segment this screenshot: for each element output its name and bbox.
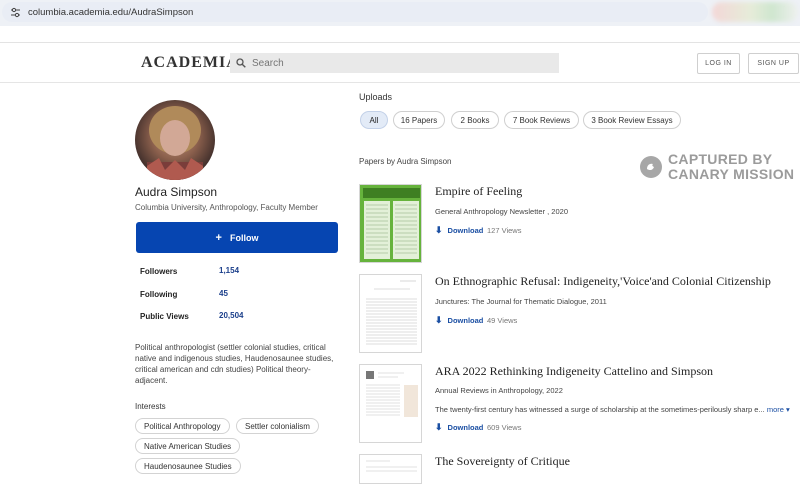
plus-icon: + [215, 231, 222, 244]
interest-chip[interactable]: Haudenosaunee Studies [135, 458, 241, 474]
paper-thumbnail[interactable] [359, 184, 422, 263]
abstract-text: The twenty-first century has witnessed a… [435, 405, 765, 414]
download-link[interactable]: ⬇ Download [435, 422, 483, 433]
stat-value-following[interactable]: 45 [219, 289, 228, 298]
stat-label-following[interactable]: Following [140, 290, 177, 299]
stat-label-followers[interactable]: Followers [140, 267, 177, 276]
url-text: columbia.academia.edu/AudraSimpson [28, 6, 194, 18]
paper-meta: Junctures: The Journal for Thematic Dial… [435, 297, 607, 306]
download-link[interactable]: ⬇ Download [435, 225, 483, 236]
papers-by-heading: Papers by Audra Simpson [359, 157, 452, 166]
watermark: CAPTURED BY CANARY MISSION [640, 152, 794, 182]
paper-title[interactable]: ARA 2022 Rethinking Indigeneity Cattelin… [435, 364, 713, 379]
watermark-line-2: CANARY MISSION [668, 166, 795, 182]
interest-chip[interactable]: Political Anthropology [135, 418, 230, 434]
view-count: 609 Views [487, 423, 522, 432]
profile-affiliation[interactable]: Columbia University, Anthropology, Facul… [135, 203, 318, 212]
interests-heading: Interests [135, 402, 166, 411]
view-count: 127 Views [487, 226, 522, 235]
follow-label: Follow [229, 232, 259, 243]
paper-meta: General Anthropology Newsletter , 2020 [435, 207, 568, 216]
browser-address-bar: columbia.academia.edu/AudraSimpson ☆ [0, 0, 800, 26]
view-count: 49 Views [487, 316, 518, 325]
download-label: Download [447, 423, 484, 432]
search-bar[interactable] [230, 53, 559, 73]
download-link[interactable]: ⬇ Download [435, 315, 483, 326]
divider [0, 42, 800, 43]
download-arrow-icon: ⬇ [435, 225, 443, 235]
blurred-extensions [712, 2, 798, 22]
login-button[interactable]: LOG IN [697, 53, 740, 74]
paper-title[interactable]: On Ethnographic Refusal: Indigeneity,'Vo… [435, 274, 771, 289]
tab-book-review-essays[interactable]: 3 Book Review Essays [583, 111, 681, 129]
site-logo[interactable]: ACADEMIA [141, 54, 239, 72]
avatar [135, 100, 215, 180]
interest-chip[interactable]: Native American Studies [135, 438, 241, 454]
uploads-heading: Uploads [359, 92, 393, 102]
interest-chip[interactable]: Settler colonialism [236, 418, 319, 434]
tab-books[interactable]: 2 Books [451, 111, 499, 129]
more-link[interactable]: more ▾ [767, 405, 790, 414]
paper-meta: Annual Reviews in Anthropology, 2022 [435, 386, 563, 395]
tab-papers[interactable]: 16 Papers [393, 111, 445, 129]
paper-thumbnail[interactable] [359, 454, 422, 484]
url-field[interactable]: columbia.academia.edu/AudraSimpson [2, 2, 708, 22]
site-settings-icon[interactable] [8, 5, 22, 19]
profile-bio: Political anthropologist (settler coloni… [135, 343, 334, 385]
watermark-line-1: CAPTURED BY [668, 151, 773, 167]
paper-title[interactable]: Empire of Feeling [435, 184, 522, 199]
paper-title[interactable]: The Sovereignty of Critique [435, 454, 570, 469]
tab-book-reviews[interactable]: 7 Book Reviews [504, 111, 579, 129]
paper-thumbnail[interactable] [359, 274, 422, 353]
download-arrow-icon: ⬇ [435, 422, 443, 432]
signup-button[interactable]: SIGN UP [748, 53, 799, 74]
stat-label-public-views: Public Views [140, 312, 189, 321]
download-arrow-icon: ⬇ [435, 315, 443, 325]
download-label: Download [447, 226, 484, 235]
search-input[interactable] [252, 57, 552, 69]
paper-abstract: The twenty-first century has witnessed a… [435, 405, 790, 414]
paper-thumbnail[interactable] [359, 364, 422, 443]
search-icon [236, 58, 246, 68]
canary-logo-icon [640, 156, 662, 178]
tab-all[interactable]: All [360, 111, 388, 129]
chevron-down-icon: ▾ [786, 405, 790, 414]
follow-button[interactable]: + Follow [136, 222, 338, 253]
stat-value-followers[interactable]: 1,154 [219, 266, 239, 275]
stat-value-public-views: 20,504 [219, 311, 244, 320]
divider [0, 82, 800, 83]
more-label: more [766, 405, 784, 414]
download-label: Download [447, 316, 484, 325]
profile-name: Audra Simpson [135, 185, 218, 199]
